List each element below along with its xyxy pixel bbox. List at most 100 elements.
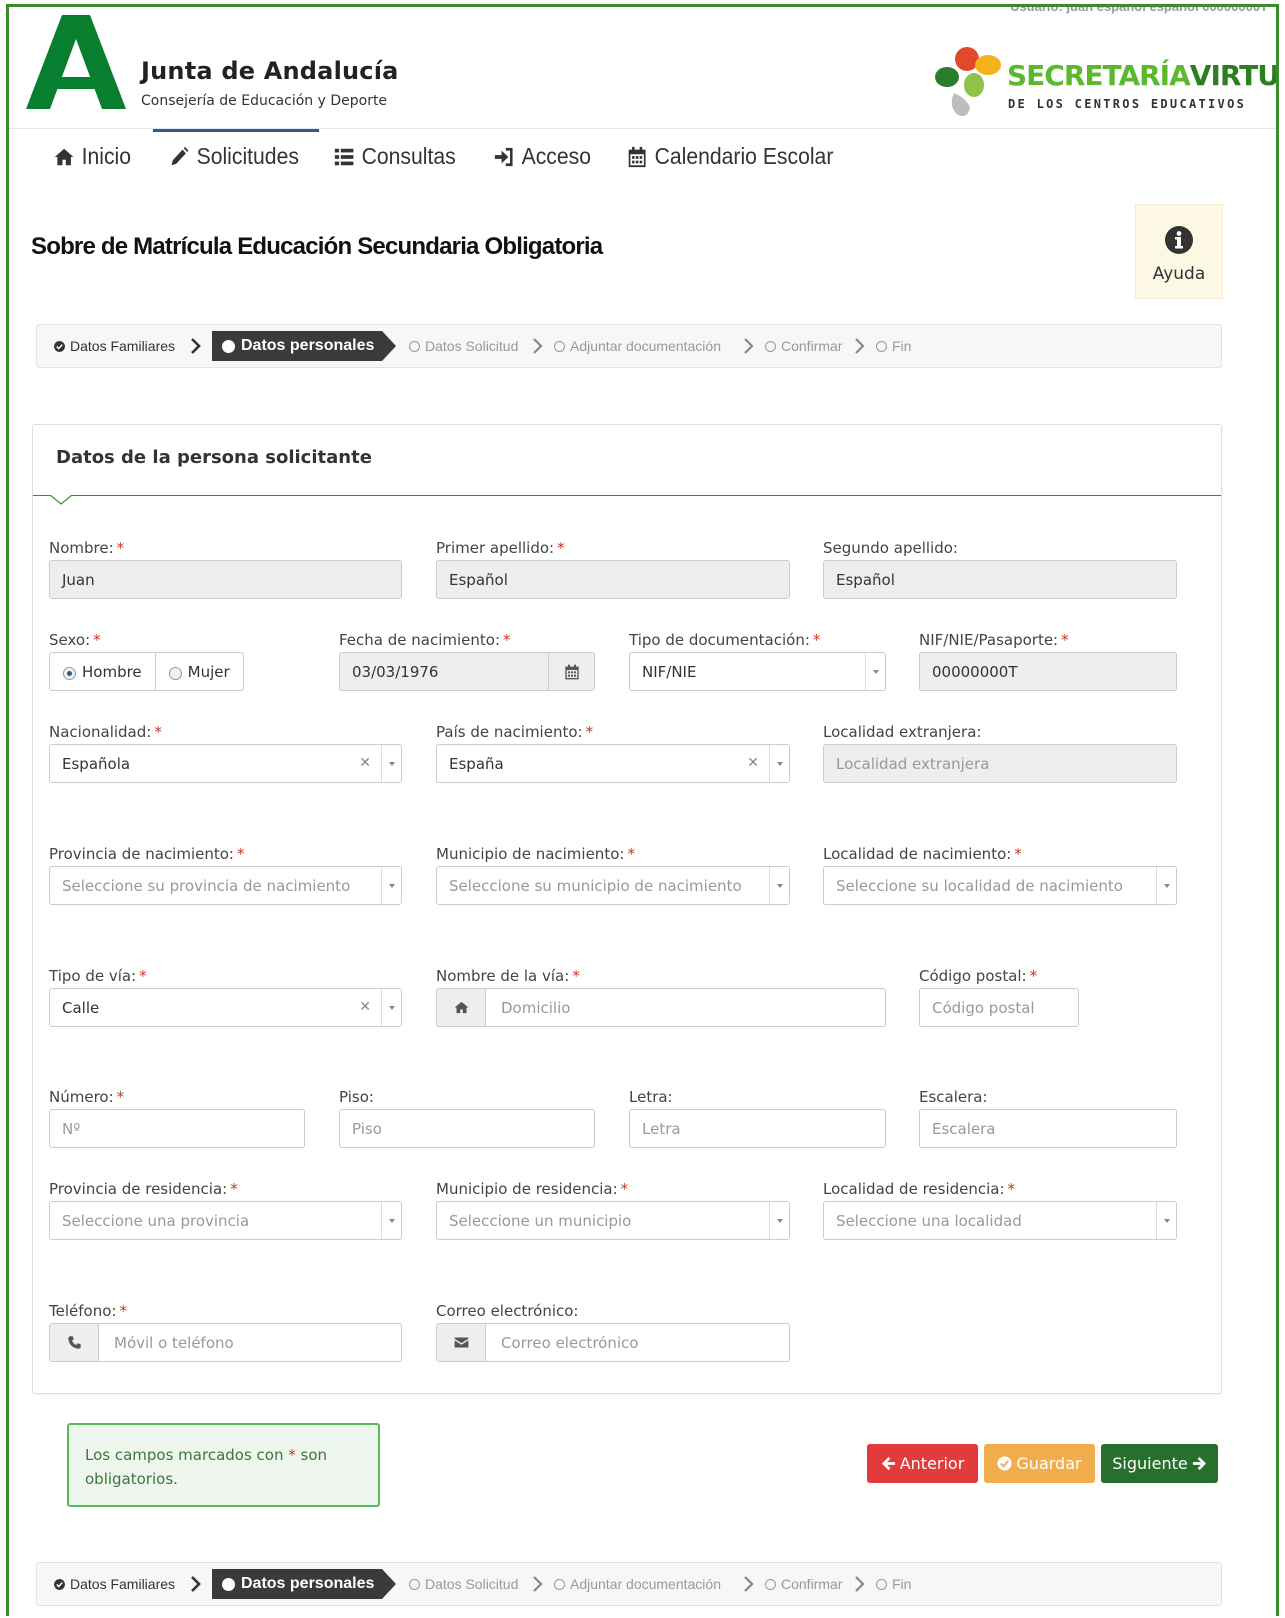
anterior-button[interactable]: Anterior xyxy=(867,1444,978,1483)
panel-divider xyxy=(33,495,1221,496)
home-icon xyxy=(54,148,74,165)
piso-field[interactable]: Piso xyxy=(339,1109,595,1148)
chevron-right-icon xyxy=(744,1576,754,1592)
pencil-icon xyxy=(171,146,189,165)
nif-label: NIF/NIE/Pasaporte: * xyxy=(919,631,1069,649)
correo-label: Correo electrónico: xyxy=(436,1302,579,1320)
provincia-nacimiento-label: Provincia de nacimiento: * xyxy=(49,845,245,863)
nombre-via-label: Nombre de la vía: * xyxy=(436,967,580,985)
nav-item-solicitudes[interactable]: Solicitudes xyxy=(169,143,299,170)
envelope-icon xyxy=(454,1337,468,1348)
siguiente-button[interactable]: Siguiente xyxy=(1101,1444,1218,1483)
numero-label: Número: * xyxy=(49,1088,125,1106)
pais-nacimiento-select[interactable]: España ✕ xyxy=(436,744,790,783)
user-line: Usuario: juan español español 00000000T xyxy=(1010,4,1268,14)
chevron-right-icon xyxy=(191,338,201,354)
chevron-right-icon xyxy=(855,1576,865,1592)
nif-field[interactable]: 00000000T xyxy=(919,652,1177,691)
junta-andalucia-logo-icon xyxy=(26,15,126,109)
check-circle-icon xyxy=(54,1578,65,1590)
letra-label: Letra: xyxy=(629,1088,673,1106)
list-icon xyxy=(334,148,354,165)
arrow-left-icon xyxy=(881,1456,895,1471)
help-button[interactable]: Ayuda xyxy=(1135,204,1223,299)
arrow-right-icon xyxy=(1192,1456,1206,1471)
wizard-step-fin: Fin xyxy=(876,325,911,367)
calendar-icon xyxy=(564,664,579,679)
primer-apellido-label: Primer apellido: * xyxy=(436,539,565,557)
sexo-mujer-radio[interactable]: Mujer xyxy=(155,652,244,691)
wizard-step-confirmar: Confirmar xyxy=(765,325,842,367)
nombre-via-field[interactable]: Domicilio xyxy=(436,988,886,1027)
wizard-step-datos-personales[interactable]: Datos personales xyxy=(212,1569,396,1599)
localidad-nacimiento-select[interactable]: Seleccione su localidad de nacimiento xyxy=(823,866,1177,905)
escalera-field[interactable]: Escalera xyxy=(919,1109,1177,1148)
municipio-residencia-label: Municipio de residencia: * xyxy=(436,1180,629,1198)
nav-item-inicio[interactable]: Inicio xyxy=(54,143,131,170)
required-fields-note: Los campos marcados con * son obligatori… xyxy=(67,1423,380,1507)
chevron-right-icon xyxy=(533,338,543,354)
panel-notch-icon xyxy=(50,495,72,505)
panel-title: Datos de la persona solicitante xyxy=(56,447,372,468)
check-circle-icon xyxy=(54,340,65,352)
brand-title: Junta de Andalucía xyxy=(141,57,399,85)
guardar-button[interactable]: Guardar xyxy=(984,1444,1095,1483)
wizard-step-datos-familiares[interactable]: Datos Familiares xyxy=(54,325,175,367)
tipo-documentacion-select[interactable]: NIF/NIE xyxy=(629,652,886,691)
segundo-apellido-label: Segundo apellido: xyxy=(823,539,958,557)
nav-item-acceso[interactable]: Acceso xyxy=(494,143,591,170)
localidad-residencia-select[interactable]: Seleccione una localidad xyxy=(823,1201,1177,1240)
tipo-documentacion-label: Tipo de documentación: * xyxy=(629,631,821,649)
localidad-residencia-label: Localidad de residencia: * xyxy=(823,1180,1016,1198)
nav-active-indicator xyxy=(153,129,319,132)
pais-nacimiento-label: País de nacimiento: * xyxy=(436,723,594,741)
telefono-field[interactable]: Móvil o teléfono xyxy=(49,1323,402,1362)
nacionalidad-select[interactable]: Española ✕ xyxy=(49,744,402,783)
main-navbar: Inicio Solicitudes Consultas Acceso Cale… xyxy=(9,128,1276,182)
nav-item-calendario[interactable]: Calendario Escolar xyxy=(627,143,833,170)
wizard-steps-top: Datos Familiares Datos personales Datos … xyxy=(36,324,1222,368)
correo-field[interactable]: Correo electrónico xyxy=(436,1323,790,1362)
page-title: Sobre de Matrícula Educación Secundaria … xyxy=(31,233,603,260)
wizard-step-datos-solicitud: Datos Solicitud xyxy=(409,1563,518,1605)
provincia-residencia-select[interactable]: Seleccione una provincia xyxy=(49,1201,402,1240)
nav-item-consultas[interactable]: Consultas xyxy=(334,143,456,170)
fecha-nacimiento-label: Fecha de nacimiento: * xyxy=(339,631,511,649)
fecha-nacimiento-field[interactable]: 03/03/1976 xyxy=(339,652,595,691)
wizard-step-datos-personales[interactable]: Datos personales xyxy=(212,331,396,361)
provincia-nacimiento-select[interactable]: Seleccione su provincia de nacimiento xyxy=(49,866,402,905)
phone-addon xyxy=(50,1324,99,1361)
localidad-nacimiento-label: Localidad de nacimiento: * xyxy=(823,845,1022,863)
check-circle-icon xyxy=(997,1456,1012,1471)
home-icon xyxy=(454,1001,468,1014)
chevron-right-icon xyxy=(191,1576,201,1592)
wizard-step-datos-familiares[interactable]: Datos Familiares xyxy=(54,1563,175,1605)
codigo-postal-label: Código postal: * xyxy=(919,967,1038,985)
localidad-extranjera-field[interactable]: Localidad extranjera xyxy=(823,744,1177,783)
nombre-field[interactable]: Juan xyxy=(49,560,402,599)
telefono-label: Teléfono: * xyxy=(49,1302,127,1320)
municipio-residencia-select[interactable]: Seleccione un municipio xyxy=(436,1201,790,1240)
tipo-via-label: Tipo de vía: * xyxy=(49,967,147,985)
sexo-hombre-radio[interactable]: Hombre xyxy=(49,652,156,691)
home-addon xyxy=(437,989,486,1026)
municipio-nacimiento-select[interactable]: Seleccione su municipio de nacimiento xyxy=(436,866,790,905)
chevron-right-icon xyxy=(533,1576,543,1592)
wizard-step-fin: Fin xyxy=(876,1563,911,1605)
tipo-via-select[interactable]: Calle ✕ xyxy=(49,988,402,1027)
chevron-right-icon xyxy=(744,338,754,354)
nacionalidad-label: Nacionalidad: * xyxy=(49,723,162,741)
sexo-label: Sexo: * xyxy=(49,631,101,649)
segundo-apellido-field[interactable]: Español xyxy=(823,560,1177,599)
secretaria-virtual-title: SECRETARÍAVIRTUAL xyxy=(1007,59,1279,92)
codigo-postal-field[interactable]: Código postal xyxy=(919,988,1079,1027)
municipio-nacimiento-label: Municipio de nacimiento: * xyxy=(436,845,635,863)
calendar-button[interactable] xyxy=(548,653,594,690)
brand-subtitle: Consejería de Educación y Deporte xyxy=(141,93,388,109)
numero-field[interactable]: Nº xyxy=(49,1109,305,1148)
letra-field[interactable]: Letra xyxy=(629,1109,886,1148)
primer-apellido-field[interactable]: Español xyxy=(436,560,790,599)
escalera-label: Escalera: xyxy=(919,1088,988,1106)
sign-in-icon xyxy=(494,147,513,166)
piso-label: Piso: xyxy=(339,1088,374,1106)
